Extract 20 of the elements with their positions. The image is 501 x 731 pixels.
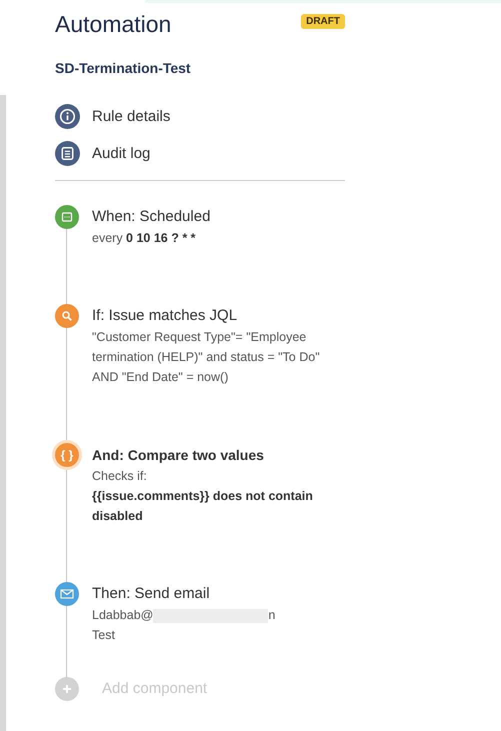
list-icon [55,141,80,166]
step-detail: Test [92,627,116,644]
step-title[interactable]: Then: Send email [92,583,345,605]
add-icon[interactable] [55,677,79,701]
rule-name: SD-Termination-Test [55,60,192,76]
menu-link[interactable]: Audit log [55,141,345,166]
step-title[interactable]: When: Scheduled [92,206,345,228]
step-icon: { } [55,443,79,467]
step-detail: n [268,608,276,622]
step-detail: "Customer Request Type"= "Employee termination (HELP)" and status = "To Do" AND "End Date" = now() [92,329,321,386]
step-title[interactable]: And: Compare two values [92,444,345,466]
step-detail: Ldabbab@ [92,608,154,622]
step-detail: every 0 10 16 ? * * [92,230,197,247]
step-detail: {{issue.comments}} does not contain disabled [92,488,314,525]
page-title: Automation [55,10,172,39]
menu-link[interactable]: Rule details [55,104,345,129]
step-title[interactable]: If: Issue matches JQL [92,305,345,327]
draft-badge: DRAFT [301,14,345,29]
info-icon [55,104,80,129]
step-detail: Checks if: [92,468,148,485]
